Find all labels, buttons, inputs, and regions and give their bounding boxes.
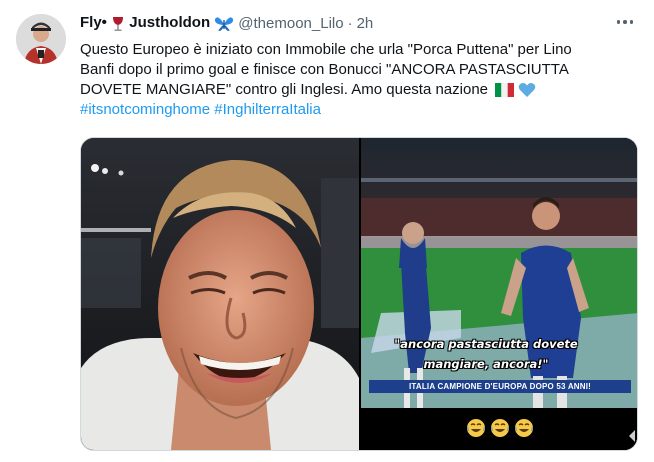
display-name-end[interactable]: Justholdon [129,14,210,31]
tweet-timestamp[interactable]: 2h [357,15,374,32]
tweet-text-line-2: Banfi dopo il primo goal e finisce con B… [80,61,569,78]
tweet-text-line-3-wrap: DOVETE MANGIARE" contro gli Inglesi. Amo… [80,80,600,100]
video-caption-line-1: "ancora pastasciutta dovete [394,337,578,351]
video-banner: ITALIA CAMPIONE D'EUROPA DOPO 53 ANNI! [369,380,631,393]
blue-butterfly-icon [215,16,234,31]
hashtag-inghilterraitalia[interactable]: #InghilterraItalia [214,101,321,118]
separator-dot: · [347,14,353,32]
blue-heart-icon [519,83,536,98]
media-attachment[interactable]: "ancora pastasciutta dovete mangiare, an… [80,137,638,451]
hashtag-itsnotcominghome[interactable]: #itsnotcominghome [80,101,210,118]
more-options-button[interactable] [614,12,636,32]
media-video-right[interactable]: "ancora pastasciutta dovete mangiare, an… [361,138,637,450]
tweet-text: Questo Europeo è iniziato con Immobile c… [80,40,600,120]
tweet-text-line-3: DOVETE MANGIARE" contro gli Inglesi. Amo… [80,81,489,98]
crying-laughing-icon [467,419,485,437]
author-handle[interactable]: @themoon_Lilo [238,15,343,32]
crying-laughing-icon [491,419,509,437]
emoji-row [361,418,637,440]
tweet-text-line-1: Questo Europeo è iniziato con Immobile c… [80,41,572,58]
italy-flag-icon [495,83,515,98]
media-photo-left[interactable] [81,138,359,450]
video-caption-line-2: mangiare, ancora!" [423,357,549,371]
more-options-icon [623,20,627,24]
tweet[interactable]: Fly• Justholdon @themoon_Lilo · 2h Quest… [0,0,654,462]
more-options-icon [616,20,621,24]
video-caption: "ancora pastasciutta dovete mangiare, an… [381,334,591,374]
hashtags-line: #itsnotcominghome #InghilterraItalia [80,100,600,120]
crying-laughing-icon [515,419,533,437]
tweet-header: Fly• Justholdon @themoon_Lilo · 2h [80,13,373,33]
avatar[interactable] [16,14,66,64]
display-name[interactable]: Fly• Justholdon [80,14,234,31]
display-name-start[interactable]: Fly• [80,14,107,31]
wine-glass-icon [113,16,124,31]
more-options-icon [629,20,634,24]
